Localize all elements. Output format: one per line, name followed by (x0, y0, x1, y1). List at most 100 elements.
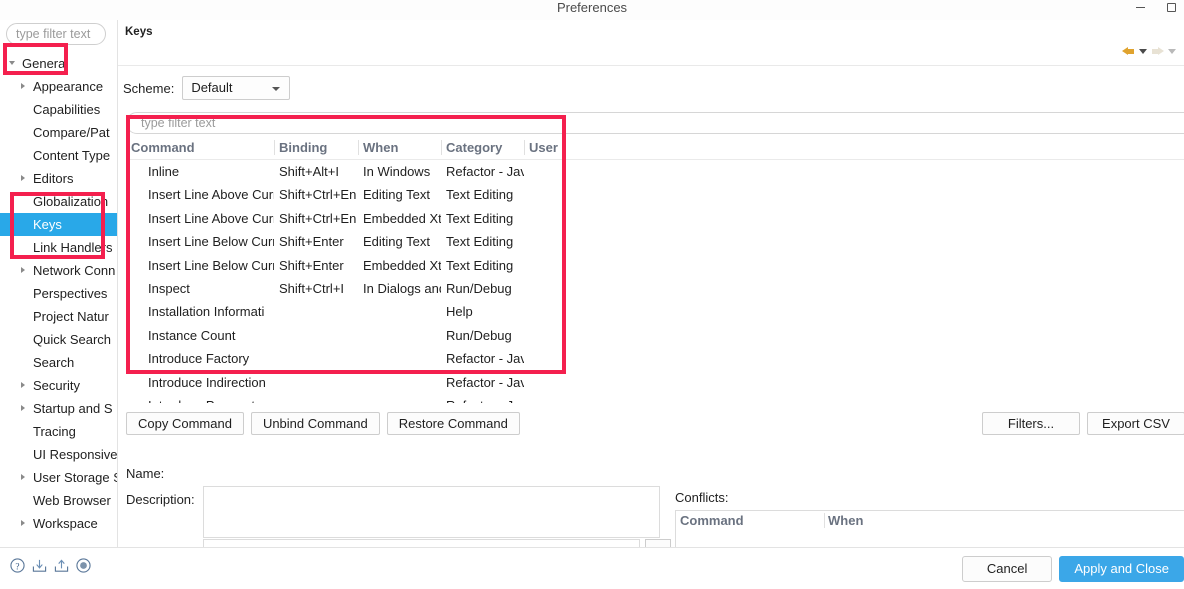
table-row[interactable]: Instance Count Run/Debug (126, 324, 1184, 347)
table-row[interactable]: Introduce Factory Refactor - Jav (126, 347, 1184, 370)
table-row[interactable]: Inline Shift+Alt+I In Windows Refactor - Ja… (126, 160, 1184, 183)
export-icon[interactable] (54, 558, 69, 573)
cell-user (524, 183, 584, 206)
column-header-when[interactable]: When (358, 137, 441, 159)
nav-back-icon[interactable] (1122, 46, 1135, 57)
filters-button[interactable]: Filters... (982, 412, 1080, 435)
pane-divider (118, 65, 1184, 66)
cell-command: Introduce Parameter (126, 394, 274, 403)
sidebar-item-label: Tracing (33, 424, 76, 439)
table-row[interactable]: Inspect Shift+Ctrl+I In Dialogs and Run/Deb… (126, 277, 1184, 300)
cell-command: Introduce Indirection (148, 374, 266, 390)
sidebar-item-capabilities[interactable]: Capabilities (0, 98, 117, 121)
sidebar-item-startup-and-s[interactable]: Startup and S (0, 397, 117, 420)
restore-command-button[interactable]: Restore Command (386, 412, 520, 435)
chevron-right-icon[interactable] (21, 397, 29, 420)
cell-category: Text Editing (446, 187, 514, 203)
column-header-category[interactable]: Category (441, 137, 524, 159)
sidebar-item-project-natur[interactable]: Project Natur (0, 305, 117, 328)
sidebar-item-tracing[interactable]: Tracing (0, 420, 117, 443)
sidebar-item-editors[interactable]: Editors (0, 167, 117, 190)
cancel-button[interactable]: Cancel (961, 556, 1053, 582)
cell-command: Insert Line Above Curr (148, 210, 274, 226)
chevron-right-icon[interactable] (21, 374, 29, 397)
table-row[interactable]: Installation Informati Help (126, 300, 1184, 323)
nav-back-chevron-down-icon[interactable] (1139, 49, 1147, 54)
nav-forward-icon[interactable] (1151, 46, 1164, 57)
sidebar-item-globalization[interactable]: Globalization (0, 190, 117, 213)
column-header-user[interactable]: User (524, 137, 584, 159)
copy-command-button[interactable]: Copy Command (126, 412, 244, 435)
table-row[interactable]: Insert Line Below Curr Shift+Enter Embedde… (126, 254, 1184, 277)
cell-category: Text Editing (446, 210, 514, 226)
sidebar-item-search[interactable]: Search (0, 351, 117, 374)
column-header-binding[interactable]: Binding (274, 137, 358, 159)
table-row[interactable]: Insert Line Below Curr Shift+Enter Editing… (126, 230, 1184, 253)
sidebar-item-content-type[interactable]: Content Type (0, 144, 117, 167)
conflicts-label: Conflicts: (675, 490, 729, 505)
circle-icon[interactable] (76, 558, 91, 573)
cell-binding: Shift+Ctrl+En (279, 187, 357, 203)
column-divider (358, 140, 359, 155)
sidebar-item-appearance[interactable]: Appearance (0, 75, 117, 98)
key-bindings-table[interactable]: Command Binding When Category User Inline Shi… (126, 137, 1184, 403)
name-label: Name: (126, 466, 165, 481)
conflicts-column-header-command[interactable]: Command (676, 511, 824, 531)
chevron-down-icon (272, 87, 281, 91)
table-row[interactable]: Insert Line Above Curr Shift+Ctrl+En Embed… (126, 207, 1184, 230)
sidebar-item-label: Security (33, 378, 80, 393)
sidebar-item-link-handlers[interactable]: Link Handlers (0, 236, 117, 259)
chevron-right-icon[interactable] (21, 259, 29, 282)
sidebar-item-label: General (22, 56, 69, 71)
conflicts-column-header-label: When (828, 513, 864, 528)
export-csv-button[interactable]: Export CSV (1087, 412, 1184, 435)
apply-and-close-button[interactable]: Apply and Close (1059, 556, 1184, 582)
sidebar-item-keys[interactable]: Keys (0, 213, 117, 236)
cell-user (524, 394, 584, 403)
maximize-icon[interactable] (1164, 0, 1178, 14)
scheme-selected-value: Default (191, 80, 233, 95)
sidebar-item-label: Search (33, 355, 75, 370)
sidebar-item-compare-pat[interactable]: Compare/Pat (0, 121, 117, 144)
table-row[interactable]: Insert Line Above Curr Shift+Ctrl+En Editi… (126, 183, 1184, 206)
cell-binding (274, 394, 358, 403)
cell-when: Embedded Xt (363, 257, 441, 273)
chevron-down-icon[interactable] (9, 52, 18, 75)
minimize-icon[interactable] (1134, 0, 1148, 14)
sidebar-item-web-browser[interactable]: Web Browser (0, 489, 117, 512)
cell-when (358, 324, 441, 347)
sidebar-item-label: Content Type (33, 148, 111, 163)
cell-command: Inline (148, 164, 180, 179)
keys-filter-input[interactable]: type filter text (126, 112, 1184, 134)
chevron-right-icon[interactable] (21, 167, 29, 190)
cell-when (358, 300, 441, 323)
sidebar-item-label: Link Handlers (33, 240, 113, 255)
cell-binding (274, 324, 358, 347)
sidebar-item-general[interactable]: General (0, 52, 117, 75)
scheme-select[interactable]: Default (182, 76, 291, 100)
sidebar-item-workspace[interactable]: Workspace (0, 512, 117, 535)
sidebar-item-perspectives[interactable]: Perspectives (0, 282, 117, 305)
column-header-command[interactable]: Command (126, 137, 274, 159)
footer-icon-group: ? (10, 558, 91, 573)
chevron-right-icon[interactable] (21, 75, 29, 98)
table-row[interactable]: Introduce Parameter Refactor - Jav (126, 394, 1184, 403)
column-divider (274, 140, 275, 155)
sidebar-item-user-storage-s[interactable]: User Storage S (0, 466, 117, 489)
import-icon[interactable] (32, 558, 47, 573)
sidebar-item-security[interactable]: Security (0, 374, 117, 397)
sidebar-item-quick-search[interactable]: Quick Search (0, 328, 117, 351)
unbind-command-button[interactable]: Unbind Command (250, 412, 380, 435)
description-input[interactable] (203, 486, 660, 538)
table-row[interactable]: Introduce Indirection Refactor - Jav (126, 371, 1184, 394)
cell-command: Insert Line Below Curr (148, 257, 274, 273)
column-header-label: When (363, 140, 399, 155)
sidebar-item-ui-responsive[interactable]: UI Responsive (0, 443, 117, 466)
help-icon[interactable]: ? (10, 558, 25, 573)
chevron-right-icon[interactable] (21, 512, 29, 535)
sidebar-filter-input[interactable]: type filter text (6, 23, 106, 45)
conflicts-column-header-when[interactable]: When (824, 511, 1184, 531)
chevron-right-icon[interactable] (21, 466, 29, 489)
nav-forward-chevron-down-icon[interactable] (1168, 49, 1176, 54)
sidebar-item-network-conn[interactable]: Network Conn (0, 259, 117, 282)
